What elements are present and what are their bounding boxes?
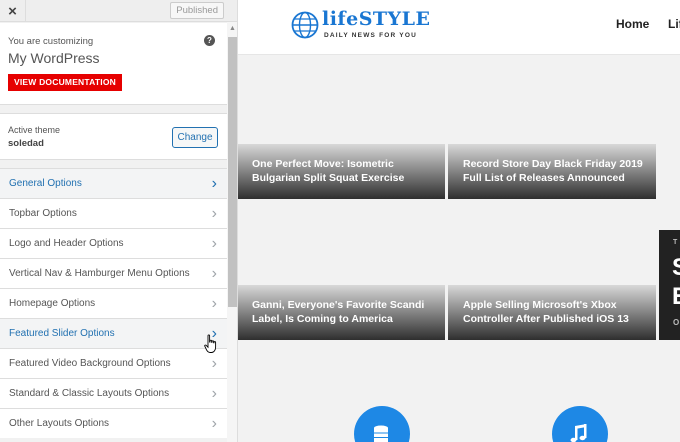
menu-item-general-options[interactable]: General Options › xyxy=(0,168,227,198)
featured-post-card[interactable]: Record Store Day Black Friday 2019 Full … xyxy=(448,144,656,199)
menu-item-label: Topbar Options xyxy=(9,208,77,219)
site-logo-text[interactable]: lifeSTYLE xyxy=(322,8,430,30)
active-theme-label: Active theme xyxy=(8,125,61,135)
customizer-topbar: × Published xyxy=(0,0,237,22)
menu-item-label: Featured Video Background Options xyxy=(9,358,171,369)
close-customizer-button[interactable]: × xyxy=(0,0,26,22)
sidebar-scroll-thumb[interactable] xyxy=(228,37,237,307)
post-title-line: Full List of Releases Announced xyxy=(463,172,625,184)
post-title-text: S xyxy=(672,254,680,282)
menu-item-label: Other Layouts Options xyxy=(9,418,110,429)
menu-item-label: Vertical Nav & Hamburger Menu Options xyxy=(9,268,190,279)
menu-item-featured-video-options[interactable]: Featured Video Background Options › xyxy=(0,348,227,378)
post-title-line: Record Store Day Black Friday 2019 xyxy=(463,158,643,170)
menu-item-topbar-options[interactable]: Topbar Options › xyxy=(0,198,227,228)
customizer-sidebar: × Published You are customizing ? My Wor… xyxy=(0,0,238,442)
featured-post-card[interactable]: Ganni, Everyone's Favorite Scandi Label,… xyxy=(238,285,445,340)
chevron-right-icon: › xyxy=(211,175,217,192)
view-documentation-button[interactable]: VIEW DOCUMENTATION xyxy=(8,74,122,91)
menu-item-standard-classic-options[interactable]: Standard & Classic Layouts Options › xyxy=(0,378,227,408)
scroll-up-arrow-icon[interactable]: ▲ xyxy=(228,24,237,34)
globe-logo-icon xyxy=(291,11,319,39)
post-meta-text: O xyxy=(673,318,680,327)
post-title-line: Apple Selling Microsoft's Xbox xyxy=(463,299,617,311)
post-title-line: Label, Is Coming to America xyxy=(252,313,393,325)
hand-cursor-icon xyxy=(204,334,217,353)
menu-item-other-layouts-options[interactable]: Other Layouts Options › xyxy=(0,408,227,438)
menu-item-featured-slider-options[interactable]: Featured Slider Options › xyxy=(0,318,227,348)
help-icon[interactable]: ? xyxy=(204,35,215,46)
post-title-line: One Perfect Move: Isometric xyxy=(252,158,394,170)
chevron-right-icon: › xyxy=(211,385,217,402)
customizer-menu: General Options › Topbar Options › Logo … xyxy=(0,168,227,438)
menu-item-homepage-options[interactable]: Homepage Options › xyxy=(0,288,227,318)
post-title-line: Controller After Published iOS 13 xyxy=(463,313,629,325)
chevron-right-icon: › xyxy=(211,235,217,252)
chevron-right-icon: › xyxy=(211,265,217,282)
post-title-line: Bulgarian Split Squat Exercise xyxy=(252,172,405,184)
site-tagline: DAILY NEWS FOR YOU xyxy=(324,32,417,39)
database-icon xyxy=(374,425,388,442)
music-circle-icon[interactable] xyxy=(552,406,608,442)
menu-item-label: General Options xyxy=(9,178,82,189)
site-preview: lifeSTYLE DAILY NEWS FOR YOU Home Lif On… xyxy=(238,0,680,442)
menu-item-label: Logo and Header Options xyxy=(9,238,124,249)
featured-post-card[interactable]: One Perfect Move: Isometric Bulgarian Sp… xyxy=(238,144,445,199)
menu-item-logo-header-options[interactable]: Logo and Header Options › xyxy=(0,228,227,258)
nav-link-home[interactable]: Home xyxy=(616,17,649,31)
menu-item-label: Homepage Options xyxy=(9,298,96,309)
database-circle-icon[interactable] xyxy=(354,406,410,442)
published-button[interactable]: Published xyxy=(170,2,224,19)
music-note-icon xyxy=(570,424,587,442)
customizing-info-panel: You are customizing ? My WordPress VIEW … xyxy=(0,23,227,105)
nav-link-lifestyle[interactable]: Lif xyxy=(668,17,680,31)
featured-post-card[interactable]: Apple Selling Microsoft's Xbox Controlle… xyxy=(448,285,656,340)
site-name: My WordPress xyxy=(8,50,100,66)
customizing-label: You are customizing xyxy=(8,36,94,47)
post-category-text: T xyxy=(673,239,678,246)
active-theme-panel: Active theme soledad Change xyxy=(0,113,227,160)
chevron-right-icon: › xyxy=(211,295,217,312)
chevron-right-icon: › xyxy=(211,415,217,432)
site-header: lifeSTYLE DAILY NEWS FOR YOU Home Lif xyxy=(238,0,680,55)
active-theme-name: soledad xyxy=(8,138,44,149)
change-theme-button[interactable]: Change xyxy=(172,127,218,148)
featured-post-card-large[interactable]: T S E O xyxy=(659,230,680,340)
post-title-line: Ganni, Everyone's Favorite Scandi xyxy=(252,299,425,311)
post-title-text: E xyxy=(672,283,680,311)
chevron-right-icon: › xyxy=(211,205,217,222)
menu-item-label: Featured Slider Options xyxy=(9,328,115,339)
menu-item-label: Standard & Classic Layouts Options xyxy=(9,388,170,399)
menu-item-vertical-nav-options[interactable]: Vertical Nav & Hamburger Menu Options › xyxy=(0,258,227,288)
